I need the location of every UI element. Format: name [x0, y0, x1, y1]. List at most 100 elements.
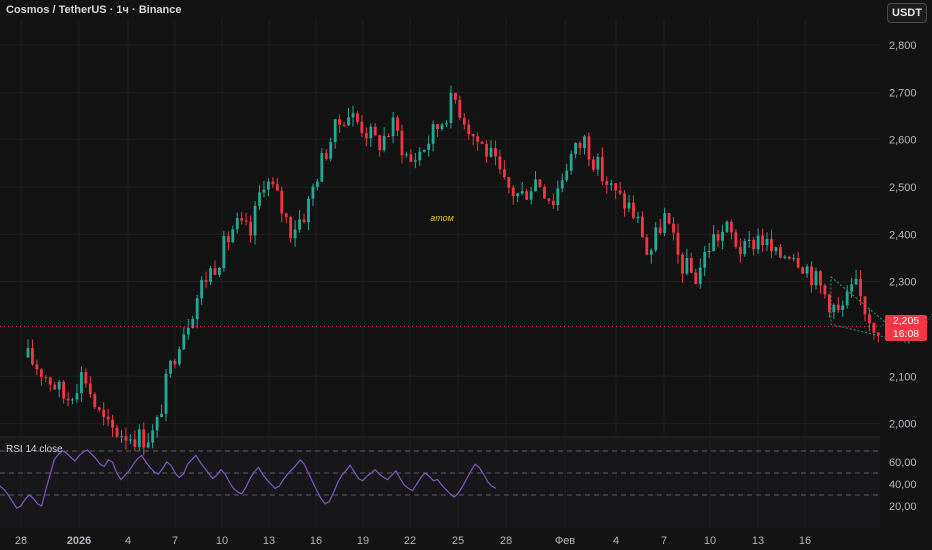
- rsi-legend[interactable]: RSI 14 close: [6, 444, 63, 455]
- x-tick-label: 4: [613, 535, 619, 547]
- candle-body: [151, 430, 155, 443]
- x-tick-label: 13: [263, 535, 275, 547]
- candle-body: [271, 181, 275, 185]
- candle-body: [378, 135, 382, 151]
- candle-body: [462, 117, 466, 125]
- candle-body: [485, 143, 488, 157]
- chart-canvas[interactable]: 2,800 2,700 2,600 2,500 2,400 2,300 2,100 2,000…: [0, 0, 932, 550]
- candle-body: [770, 238, 773, 252]
- candle-body: [364, 132, 368, 139]
- candle-body: [721, 231, 724, 241]
- candle-body: [774, 247, 778, 252]
- candle-body: [164, 373, 168, 414]
- candle-body: [449, 92, 453, 124]
- candle-body: [84, 372, 88, 384]
- current-price-value: 2,205: [892, 315, 920, 327]
- x-tick-label: 10: [704, 535, 716, 547]
- currency-badge[interactable]: USDT: [887, 3, 927, 23]
- y-tick-label: 2,300: [889, 277, 917, 289]
- candle-body: [703, 252, 707, 268]
- candle-body: [645, 237, 649, 255]
- candle-body: [338, 119, 342, 125]
- y-tick-label: 2,500: [889, 182, 917, 194]
- candle-body: [707, 250, 711, 253]
- x-tick-label: 2026: [67, 535, 91, 547]
- candle-body: [31, 348, 34, 365]
- candle-body: [689, 257, 693, 273]
- candle-body: [752, 239, 756, 250]
- candle-body: [315, 181, 319, 187]
- candle-body: [765, 238, 769, 246]
- candle-body: [120, 436, 123, 438]
- candle-body: [511, 187, 515, 197]
- candle-body: [347, 117, 350, 126]
- candle-body: [480, 141, 484, 144]
- candle-body: [289, 217, 293, 239]
- candle-body: [133, 439, 137, 447]
- candle-body: [458, 99, 462, 118]
- y-tick-label: 2,700: [889, 87, 917, 99]
- candle-body: [658, 227, 662, 233]
- candle-body: [369, 126, 373, 139]
- candle-body: [387, 135, 391, 137]
- candle-body: [796, 258, 800, 268]
- x-tick-label: 22: [404, 535, 416, 547]
- candle-body: [605, 181, 609, 185]
- candle-body: [57, 381, 61, 390]
- candle-body: [596, 156, 600, 170]
- candle-body: [275, 184, 279, 191]
- candle-body: [213, 268, 217, 275]
- candle-body: [574, 142, 577, 155]
- candle-body: [823, 285, 827, 295]
- candle-body: [88, 383, 92, 395]
- candle-body: [525, 191, 529, 200]
- candle-body: [405, 154, 408, 156]
- candle-body: [280, 190, 284, 214]
- candle-body: [551, 200, 555, 206]
- candle-body: [418, 151, 422, 161]
- candle-body: [783, 256, 787, 258]
- candle-body: [71, 399, 74, 401]
- candle-body: [778, 247, 782, 258]
- symbol-title[interactable]: Cosmos / TetherUS · 1ч · Binance: [6, 4, 182, 16]
- x-tick-label: 19: [357, 535, 369, 547]
- candle-body: [400, 130, 404, 156]
- candle-body: [694, 272, 698, 284]
- candle-body: [342, 124, 346, 126]
- candle-body: [324, 153, 328, 159]
- candle-body: [106, 416, 110, 420]
- candle-body: [681, 254, 684, 274]
- candle-body: [351, 113, 355, 118]
- candle-body: [209, 268, 212, 282]
- candle-body: [712, 234, 716, 251]
- candle-body: [39, 369, 43, 378]
- candle-body: [876, 332, 880, 336]
- candle-body: [836, 304, 840, 310]
- candle-body: [600, 156, 604, 182]
- candle-body: [734, 232, 738, 247]
- candle-body: [409, 154, 413, 162]
- candle-body: [97, 407, 101, 410]
- candle-body: [249, 221, 252, 236]
- x-tick-label: 16: [310, 535, 322, 547]
- candle-body: [48, 377, 52, 385]
- candle-body: [222, 236, 226, 269]
- countdown-value: 16:08: [892, 328, 920, 340]
- candle-body: [618, 190, 622, 194]
- candle-body: [235, 218, 239, 230]
- candle-body: [756, 235, 760, 250]
- chart-root[interactable]: 2,800 2,700 2,600 2,500 2,400 2,300 2,100 2,000…: [0, 0, 932, 550]
- candle-body: [569, 154, 573, 171]
- candle-body: [640, 216, 644, 238]
- candle-body: [747, 239, 751, 242]
- candle-body: [293, 229, 297, 239]
- candle-body: [360, 121, 364, 133]
- candle-body: [467, 124, 471, 135]
- candle-body: [218, 268, 221, 275]
- candle-body: [182, 334, 186, 350]
- candle-body: [80, 372, 83, 394]
- candle-body: [146, 442, 150, 448]
- candle-body: [592, 159, 595, 170]
- candle-body: [186, 327, 190, 335]
- candle-body: [494, 148, 497, 157]
